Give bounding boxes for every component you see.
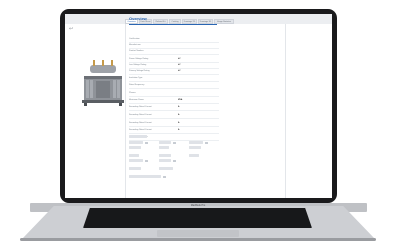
- spec-value: A: [178, 122, 180, 124]
- spec-row: Low Voltage Rating kV: [129, 64, 219, 68]
- spec-label: Secondary Rated Current: [129, 129, 152, 131]
- detail-text-placeholder: [129, 167, 141, 170]
- spec-label: Product Number: [129, 50, 144, 52]
- spec-value: A: [178, 106, 180, 108]
- spec-label: Primary Voltage Rating: [129, 70, 150, 72]
- spec-label: Certification: [129, 38, 140, 40]
- detail-text-placeholder: [159, 159, 171, 162]
- spec-label: Insulation Type: [129, 77, 143, 79]
- spec-value: A: [178, 129, 180, 131]
- detail-text-placeholder: [129, 175, 161, 178]
- detail-text-placeholder: [129, 141, 143, 144]
- detail-tag: [145, 159, 148, 162]
- laptop-foot-shadow: [20, 238, 376, 241]
- spec-value: kV: [178, 58, 181, 60]
- spec-row: Primary Voltage Rating kV: [129, 70, 219, 74]
- spec-label: Power Voltage Rating: [129, 58, 149, 60]
- spec-row: Maximum Power MVA: [129, 99, 219, 103]
- spec-label: Maximum Power: [129, 99, 144, 101]
- spec-label: Low Voltage Rating: [129, 64, 147, 66]
- transformer-image: [82, 60, 124, 106]
- spec-row: Certification: [129, 38, 219, 42]
- spec-row: Manufacturer: [129, 44, 219, 48]
- detail-tag: [173, 159, 176, 162]
- detail-text-placeholder: [159, 146, 169, 149]
- spec-row: Insulation Type: [129, 77, 219, 81]
- detail-text-placeholder: [129, 154, 139, 157]
- additional-details: [129, 135, 219, 179]
- spec-label: Manufacturer: [129, 44, 141, 46]
- spec-row: Product Number: [129, 50, 219, 54]
- spec-value: A: [178, 114, 180, 116]
- detail-text-placeholder: [189, 141, 203, 144]
- spec-row: Secondary Rated Current A: [129, 106, 219, 110]
- detail-text-placeholder: [129, 159, 143, 162]
- detail-tag: [173, 141, 176, 144]
- page-title: Overview: [129, 16, 217, 25]
- detail-tag: [205, 141, 208, 144]
- trackpad: [157, 230, 239, 237]
- detail-text-placeholder: [159, 154, 171, 157]
- detail-tag: [145, 141, 148, 144]
- detail-text-placeholder: [129, 146, 141, 149]
- spec-label: Secondary Rated Current: [129, 122, 152, 124]
- spec-label: Rated Frequency: [129, 84, 145, 86]
- spec-value: kV: [178, 70, 181, 72]
- spec-row: Secondary Rated Current A: [129, 122, 219, 126]
- spec-label: Secondary Rated Current: [129, 114, 152, 116]
- detail-text-placeholder: [159, 167, 173, 170]
- detail-tag: [163, 175, 166, 178]
- spec-value: MVA: [178, 99, 183, 101]
- keyboard: [83, 208, 312, 228]
- spec-row: Rated Frequency: [129, 84, 219, 88]
- spec-row: Secondary Rated Current A: [129, 129, 219, 133]
- detail-text-placeholder: [129, 135, 147, 138]
- device-brand-label: MacBook Pro: [190, 204, 206, 207]
- detail-text-placeholder: [189, 154, 199, 157]
- detail-text-placeholder: [189, 146, 201, 149]
- spec-row: Secondary Rated Current A: [129, 114, 219, 118]
- spec-label: Secondary Rated Current: [129, 106, 152, 108]
- spec-value: kV: [178, 64, 181, 66]
- back-arrow-icon[interactable]: ↩: [69, 27, 73, 32]
- detail-text-placeholder: [159, 141, 171, 144]
- spec-row: Phases: [129, 92, 219, 96]
- spec-row: Power Voltage Rating kV: [129, 58, 219, 62]
- spec-label: Phases: [129, 92, 136, 94]
